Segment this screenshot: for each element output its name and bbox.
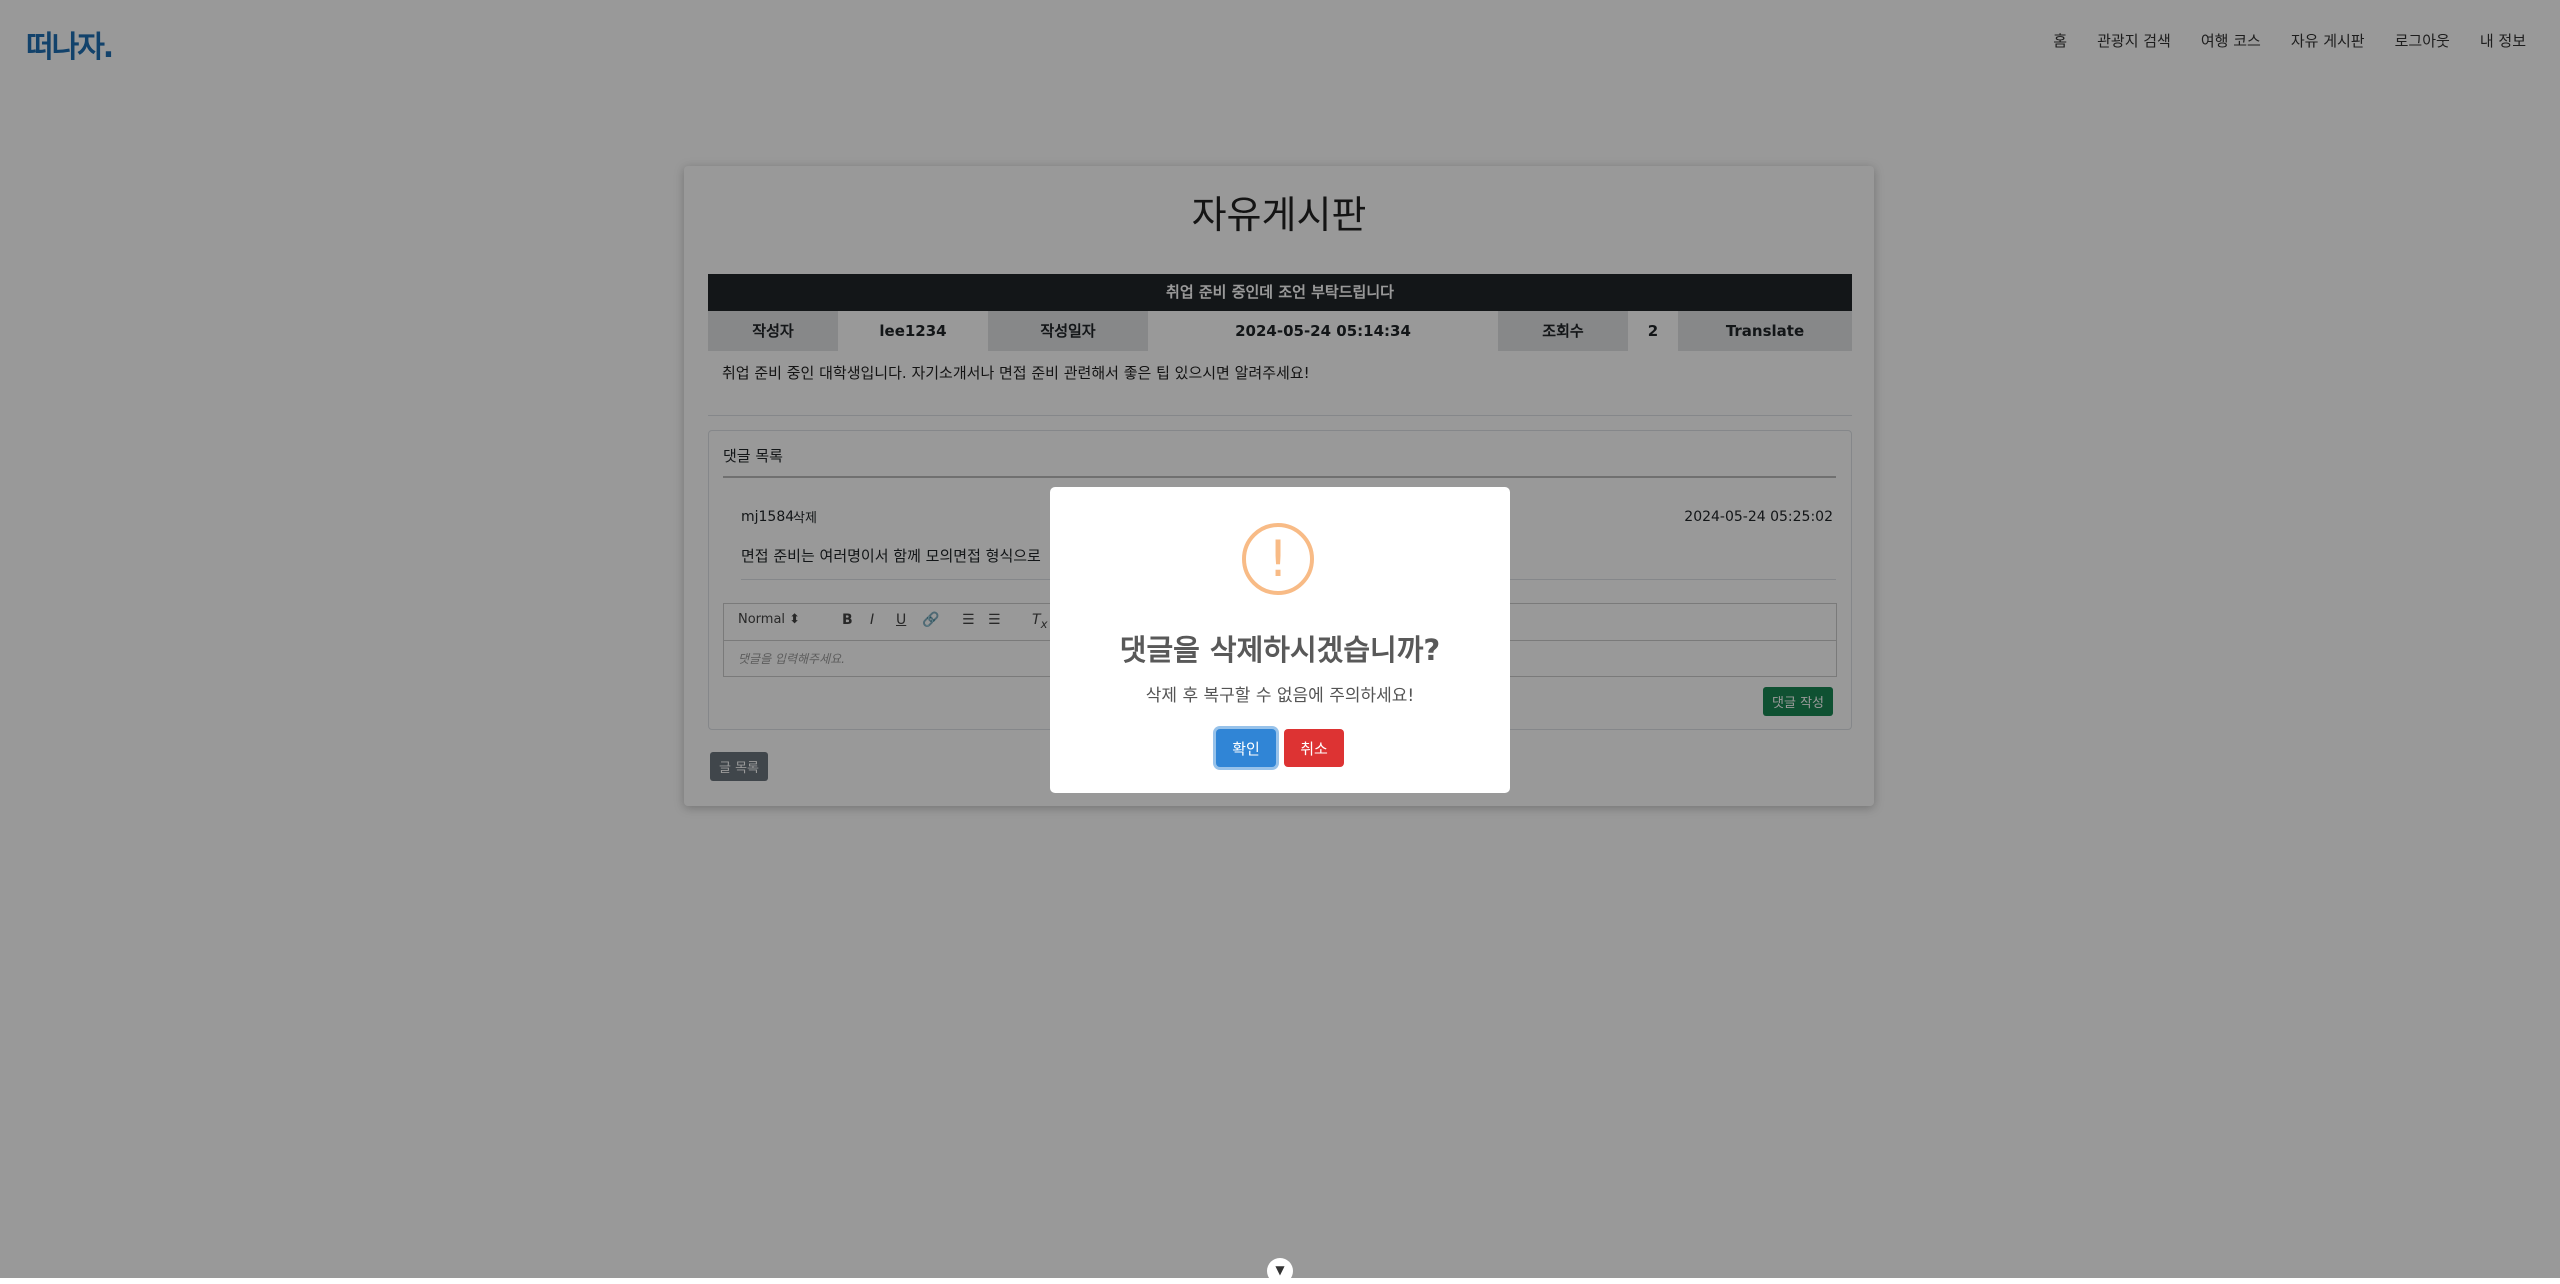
confirm-button[interactable]: 확인 <box>1216 729 1276 767</box>
warning-icon: ! <box>1242 523 1314 595</box>
cancel-button[interactable]: 취소 <box>1284 729 1344 767</box>
modal-title: 댓글을 삭제하시겠습니까? <box>1119 633 1441 667</box>
modal-text: 삭제 후 복구할 수 없음에 주의하세요! <box>1145 686 1415 706</box>
scroll-down-icon[interactable]: ▼ <box>1267 1258 1293 1284</box>
confirm-delete-modal: ! 댓글을 삭제하시겠습니까? 삭제 후 복구할 수 없음에 주의하세요! 확인… <box>1050 487 1510 793</box>
